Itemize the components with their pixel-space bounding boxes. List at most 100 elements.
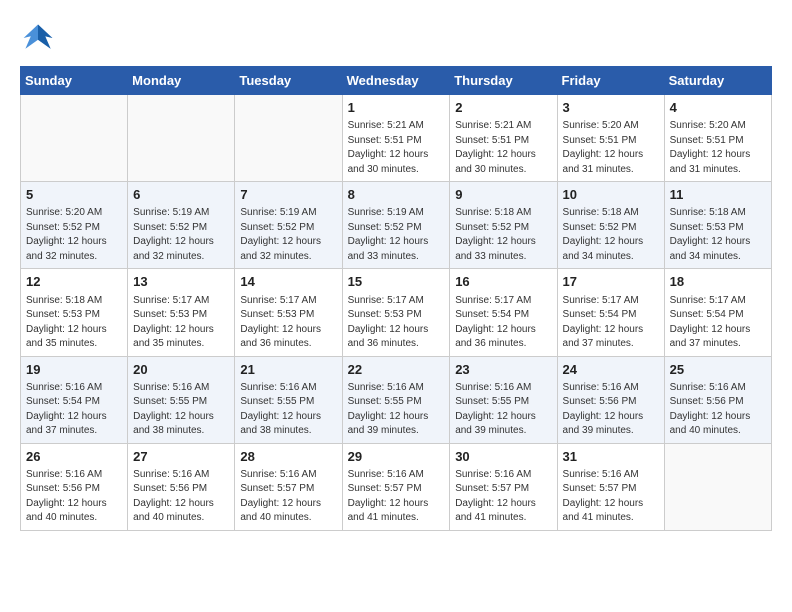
day-number: 3 xyxy=(563,99,659,117)
day-number: 16 xyxy=(455,273,551,291)
calendar-cell xyxy=(21,95,128,182)
day-number: 15 xyxy=(348,273,445,291)
day-info: Sunrise: 5:20 AM Sunset: 5:51 PM Dayligh… xyxy=(670,119,766,177)
calendar-header-tuesday: Tuesday xyxy=(235,67,342,95)
calendar-cell: 16 Sunrise: 5:17 AM Sunset: 5:54 PM Dayli… xyxy=(450,269,557,356)
day-info: Sunrise: 5:17 AM Sunset: 5:53 PM Dayligh… xyxy=(348,294,445,352)
calendar-cell: 31 Sunrise: 5:16 AM Sunset: 5:57 PM Dayli… xyxy=(557,443,664,530)
calendar-header-wednesday: Wednesday xyxy=(342,67,450,95)
calendar-header-friday: Friday xyxy=(557,67,664,95)
day-info: Sunrise: 5:16 AM Sunset: 5:55 PM Dayligh… xyxy=(455,381,551,439)
day-info: Sunrise: 5:21 AM Sunset: 5:51 PM Dayligh… xyxy=(455,119,551,177)
day-number: 27 xyxy=(133,448,229,466)
logo xyxy=(20,20,62,56)
calendar-cell: 8 Sunrise: 5:19 AM Sunset: 5:52 PM Daylig… xyxy=(342,182,450,269)
calendar-header-saturday: Saturday xyxy=(664,67,771,95)
day-info: Sunrise: 5:16 AM Sunset: 5:55 PM Dayligh… xyxy=(348,381,445,439)
day-info: Sunrise: 5:16 AM Sunset: 5:57 PM Dayligh… xyxy=(240,468,336,526)
day-number: 2 xyxy=(455,99,551,117)
calendar-header-row: SundayMondayTuesdayWednesdayThursdayFrid… xyxy=(21,67,772,95)
calendar-header-monday: Monday xyxy=(128,67,235,95)
calendar-table: SundayMondayTuesdayWednesdayThursdayFrid… xyxy=(20,66,772,531)
day-info: Sunrise: 5:16 AM Sunset: 5:57 PM Dayligh… xyxy=(348,468,445,526)
calendar-cell xyxy=(235,95,342,182)
day-number: 18 xyxy=(670,273,766,291)
calendar-cell: 24 Sunrise: 5:16 AM Sunset: 5:56 PM Dayli… xyxy=(557,356,664,443)
calendar-cell: 28 Sunrise: 5:16 AM Sunset: 5:57 PM Dayli… xyxy=(235,443,342,530)
day-number: 8 xyxy=(348,186,445,204)
day-info: Sunrise: 5:16 AM Sunset: 5:55 PM Dayligh… xyxy=(133,381,229,439)
calendar-cell: 11 Sunrise: 5:18 AM Sunset: 5:53 PM Dayli… xyxy=(664,182,771,269)
calendar-cell: 12 Sunrise: 5:18 AM Sunset: 5:53 PM Dayli… xyxy=(21,269,128,356)
calendar-cell: 5Sunrise: 5:20 AM Sunset: 5:52 PM Daylig… xyxy=(21,182,128,269)
day-info: Sunrise: 5:19 AM Sunset: 5:52 PM Dayligh… xyxy=(240,206,336,264)
calendar-cell: 18 Sunrise: 5:17 AM Sunset: 5:54 PM Dayli… xyxy=(664,269,771,356)
day-number: 25 xyxy=(670,361,766,379)
calendar-cell: 27 Sunrise: 5:16 AM Sunset: 5:56 PM Dayli… xyxy=(128,443,235,530)
day-number: 24 xyxy=(563,361,659,379)
day-number: 21 xyxy=(240,361,336,379)
calendar-cell: 9Sunrise: 5:18 AM Sunset: 5:52 PM Daylig… xyxy=(450,182,557,269)
calendar-cell: 1Sunrise: 5:21 AM Sunset: 5:51 PM Daylig… xyxy=(342,95,450,182)
day-info: Sunrise: 5:18 AM Sunset: 5:53 PM Dayligh… xyxy=(26,294,122,352)
calendar-cell: 13Sunrise: 5:17 AM Sunset: 5:53 PM Dayli… xyxy=(128,269,235,356)
day-number: 23 xyxy=(455,361,551,379)
day-number: 10 xyxy=(563,186,659,204)
day-info: Sunrise: 5:20 AM Sunset: 5:51 PM Dayligh… xyxy=(563,119,659,177)
day-number: 26 xyxy=(26,448,122,466)
day-info: Sunrise: 5:17 AM Sunset: 5:53 PM Dayligh… xyxy=(240,294,336,352)
day-number: 19 xyxy=(26,361,122,379)
day-info: Sunrise: 5:16 AM Sunset: 5:57 PM Dayligh… xyxy=(563,468,659,526)
day-info: Sunrise: 5:16 AM Sunset: 5:55 PM Dayligh… xyxy=(240,381,336,439)
calendar-cell: 7Sunrise: 5:19 AM Sunset: 5:52 PM Daylig… xyxy=(235,182,342,269)
day-number: 31 xyxy=(563,448,659,466)
day-info: Sunrise: 5:17 AM Sunset: 5:53 PM Dayligh… xyxy=(133,294,229,352)
day-info: Sunrise: 5:16 AM Sunset: 5:56 PM Dayligh… xyxy=(26,468,122,526)
calendar-week-row: 12 Sunrise: 5:18 AM Sunset: 5:53 PM Dayli… xyxy=(21,269,772,356)
day-number: 22 xyxy=(348,361,445,379)
calendar-cell: 20 Sunrise: 5:16 AM Sunset: 5:55 PM Dayli… xyxy=(128,356,235,443)
day-info: Sunrise: 5:16 AM Sunset: 5:54 PM Dayligh… xyxy=(26,381,122,439)
day-info: Sunrise: 5:21 AM Sunset: 5:51 PM Dayligh… xyxy=(348,119,445,177)
day-info: Sunrise: 5:19 AM Sunset: 5:52 PM Dayligh… xyxy=(133,206,229,264)
logo-icon xyxy=(20,20,56,56)
day-number: 28 xyxy=(240,448,336,466)
day-number: 20 xyxy=(133,361,229,379)
calendar-cell xyxy=(664,443,771,530)
calendar-cell: 6Sunrise: 5:19 AM Sunset: 5:52 PM Daylig… xyxy=(128,182,235,269)
day-info: Sunrise: 5:16 AM Sunset: 5:56 PM Dayligh… xyxy=(670,381,766,439)
calendar-cell: 15 Sunrise: 5:17 AM Sunset: 5:53 PM Dayli… xyxy=(342,269,450,356)
day-number: 11 xyxy=(670,186,766,204)
day-number: 9 xyxy=(455,186,551,204)
calendar-cell: 3 Sunrise: 5:20 AM Sunset: 5:51 PM Daylig… xyxy=(557,95,664,182)
day-number: 29 xyxy=(348,448,445,466)
day-info: Sunrise: 5:16 AM Sunset: 5:56 PM Dayligh… xyxy=(133,468,229,526)
calendar-header-thursday: Thursday xyxy=(450,67,557,95)
day-info: Sunrise: 5:16 AM Sunset: 5:57 PM Dayligh… xyxy=(455,468,551,526)
calendar-week-row: 19 Sunrise: 5:16 AM Sunset: 5:54 PM Dayli… xyxy=(21,356,772,443)
calendar-cell: 2 Sunrise: 5:21 AM Sunset: 5:51 PM Daylig… xyxy=(450,95,557,182)
calendar-cell: 19 Sunrise: 5:16 AM Sunset: 5:54 PM Dayli… xyxy=(21,356,128,443)
calendar-cell: 17Sunrise: 5:17 AM Sunset: 5:54 PM Dayli… xyxy=(557,269,664,356)
calendar-cell: 30 Sunrise: 5:16 AM Sunset: 5:57 PM Dayli… xyxy=(450,443,557,530)
day-info: Sunrise: 5:17 AM Sunset: 5:54 PM Dayligh… xyxy=(455,294,551,352)
calendar-week-row: 26 Sunrise: 5:16 AM Sunset: 5:56 PM Dayli… xyxy=(21,443,772,530)
calendar-cell: 29 Sunrise: 5:16 AM Sunset: 5:57 PM Dayli… xyxy=(342,443,450,530)
day-number: 12 xyxy=(26,273,122,291)
day-number: 14 xyxy=(240,273,336,291)
calendar-cell: 26 Sunrise: 5:16 AM Sunset: 5:56 PM Dayli… xyxy=(21,443,128,530)
calendar-cell: 25 Sunrise: 5:16 AM Sunset: 5:56 PM Dayli… xyxy=(664,356,771,443)
day-info: Sunrise: 5:16 AM Sunset: 5:56 PM Dayligh… xyxy=(563,381,659,439)
calendar-week-row: 1Sunrise: 5:21 AM Sunset: 5:51 PM Daylig… xyxy=(21,95,772,182)
day-number: 4 xyxy=(670,99,766,117)
calendar-cell: 22 Sunrise: 5:16 AM Sunset: 5:55 PM Dayli… xyxy=(342,356,450,443)
day-info: Sunrise: 5:18 AM Sunset: 5:52 PM Dayligh… xyxy=(563,206,659,264)
day-number: 30 xyxy=(455,448,551,466)
day-info: Sunrise: 5:18 AM Sunset: 5:53 PM Dayligh… xyxy=(670,206,766,264)
calendar-cell xyxy=(128,95,235,182)
day-info: Sunrise: 5:17 AM Sunset: 5:54 PM Dayligh… xyxy=(670,294,766,352)
calendar-cell: 23 Sunrise: 5:16 AM Sunset: 5:55 PM Dayli… xyxy=(450,356,557,443)
day-number: 17 xyxy=(563,273,659,291)
calendar-cell: 21 Sunrise: 5:16 AM Sunset: 5:55 PM Dayli… xyxy=(235,356,342,443)
day-info: Sunrise: 5:19 AM Sunset: 5:52 PM Dayligh… xyxy=(348,206,445,264)
